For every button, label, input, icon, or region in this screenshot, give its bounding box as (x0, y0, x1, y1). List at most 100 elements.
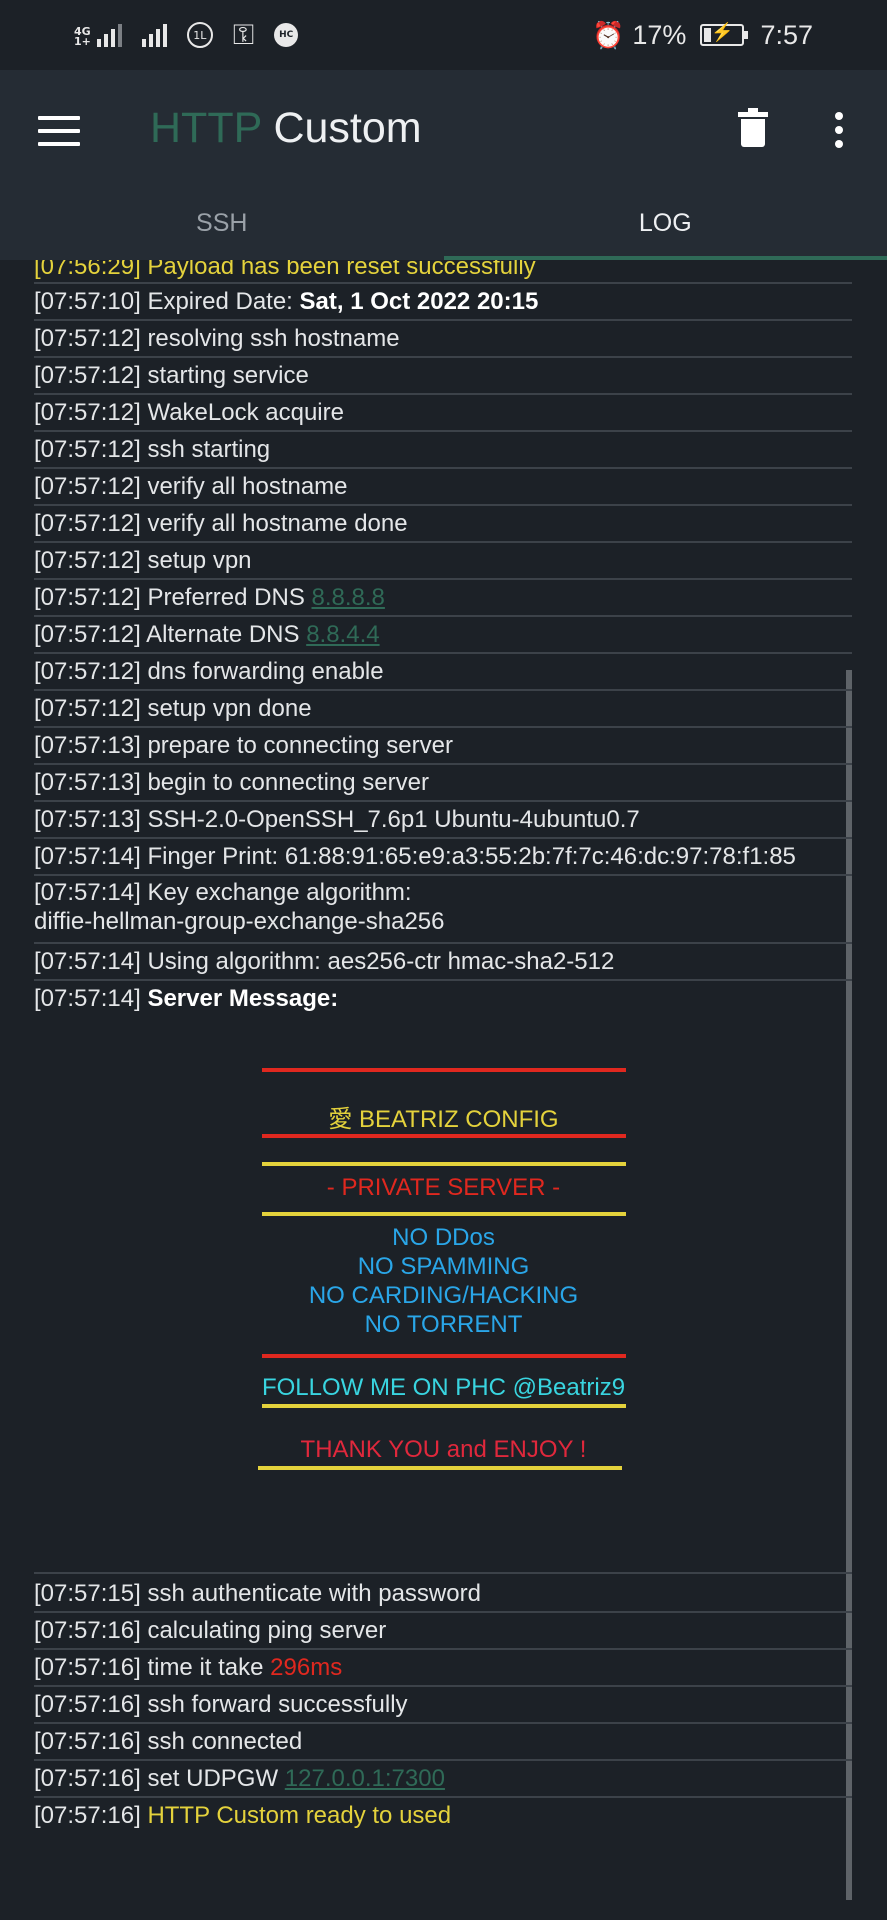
clock: 7:57 (760, 19, 813, 50)
divider-yellow (262, 1404, 626, 1408)
divider-yellow (262, 1162, 626, 1166)
log-line: [07:57:12] resolving ssh hostname (34, 321, 852, 358)
log-line: [07:57:12] Alternate DNS 8.8.4.4 (34, 617, 852, 654)
log-text: Using algorithm: aes256-ctr hmac-sha2-51… (147, 948, 615, 975)
log-text: prepare to connecting server (147, 732, 453, 759)
log-timestamp: [07:57:16] (34, 1654, 148, 1681)
more-vert-icon[interactable] (833, 112, 845, 148)
log-line: [07:57:16] ssh forward successfully (34, 1687, 852, 1724)
server-private-label: - PRIVATE SERVER - (326, 1174, 561, 1201)
log-timestamp: [07:57:12] (34, 621, 147, 648)
log-timestamp: [07:57:15] (34, 1580, 148, 1607)
log-red-text: 296ms (270, 1654, 343, 1681)
log-timestamp: [07:57:12] (34, 547, 148, 574)
log-line: [07:57:15] ssh authenticate with passwor… (34, 1576, 852, 1613)
log-line: [07:57:16] set UDPGW 127.0.0.1:7300 (34, 1761, 852, 1798)
log-timestamp: [07:57:13] (34, 769, 148, 796)
battery-percent: 17% (632, 19, 687, 50)
log-line: [07:57:14] Server Message: (34, 981, 852, 1016)
alarm-icon: ⏰ (592, 19, 625, 50)
server-rule: NO SPAMMING (357, 1253, 530, 1280)
log-text: verify all hostname done (147, 510, 408, 537)
hc-badge-icon: HC (274, 23, 299, 47)
log-timestamp: [07:57:12] (34, 362, 148, 389)
log-link[interactable]: 8.8.8.8 (312, 584, 385, 611)
log-text: Finger Print: 61:88:91:65:e9:a3:55:2b:7f… (147, 843, 796, 870)
log-timestamp: [07:57:12] (34, 584, 148, 611)
log-text: verify all hostname (147, 473, 348, 500)
log-text: dns forwarding enable (147, 658, 384, 685)
log-line: [07:57:12] WakeLock acquire (34, 395, 852, 432)
log-text: resolving ssh hostname (147, 325, 400, 352)
log-text-line2: diffie-hellman-group-exchange-sha256 (34, 908, 445, 935)
trash-icon[interactable] (738, 108, 768, 148)
log-line: [07:57:16] ssh connected (34, 1724, 852, 1761)
log-line: [07:57:13] prepare to connecting server (34, 728, 852, 765)
server-rule: NO CARDING/HACKING (308, 1282, 579, 1309)
log-view[interactable]: [07:56:29] Payload has been reset succes… (0, 260, 887, 1920)
log-line-partial: [07:56:29] Payload has been reset succes… (34, 260, 852, 284)
log-line: [07:57:12] starting service (34, 358, 852, 395)
log-timestamp: [07:57:16] (34, 1691, 148, 1718)
log-text: SSH-2.0-OpenSSH_7.6p1 Ubuntu-4ubuntu0.7 (147, 806, 640, 833)
log-timestamp: [07:57:12] (34, 695, 148, 722)
data-saver-icon: 1L (186, 22, 213, 48)
divider-red (262, 1354, 626, 1358)
log-text: Preferred DNS (147, 584, 305, 611)
log-line: [07:57:16] calculating ping server (34, 1613, 852, 1650)
log-link[interactable]: 8.8.4.4 (306, 621, 379, 648)
log-line: [07:57:12] Preferred DNS 8.8.8.8 (34, 580, 852, 617)
app-bar: HTTP Custom SSH LOG (0, 70, 887, 260)
log-link[interactable]: 127.0.0.1:7300 (285, 1765, 445, 1792)
log-timestamp: [07:57:14] (34, 843, 148, 870)
log-line: [07:57:12] dns forwarding enable (34, 654, 852, 691)
charging-bolt-icon: ⚡ (711, 22, 734, 42)
log-text: setup vpn done (147, 695, 312, 722)
app-title: HTTP Custom (150, 104, 422, 153)
log-text: setup vpn (147, 547, 252, 574)
log-timestamp: [07:57:14] (34, 985, 148, 1012)
server-thanks: THANK YOU and ENJOY ! (300, 1436, 587, 1463)
server-follow: FOLLOW ME ON PHC @Beatriz9 (261, 1374, 626, 1401)
log-text: time it take (147, 1654, 264, 1681)
log-text: ssh connected (147, 1728, 303, 1755)
log-timestamp: [07:57:12] (34, 436, 148, 463)
status-icons-right: ⏰ 17% ⚡ 7:57 (592, 18, 813, 52)
log-timestamp: [07:57:13] (34, 732, 148, 759)
log-timestamp: [07:57:16] (34, 1802, 148, 1829)
signal-icon: 4G 1+ (74, 23, 122, 47)
divider-red (262, 1068, 626, 1072)
log-line: [07:57:16] time it take 296ms (34, 1650, 852, 1687)
log-text: ssh starting (147, 436, 271, 463)
log-text: calculating ping server (147, 1617, 387, 1644)
log-text: set UDPGW (147, 1765, 279, 1792)
log-text: starting service (147, 362, 309, 389)
log-timestamp: [07:57:12] (34, 510, 148, 537)
app-title-custom: Custom (273, 104, 422, 152)
log-timestamp: [07:57:12] (34, 473, 148, 500)
log-text: WakeLock acquire (147, 399, 344, 426)
battery-icon: ⚡ (700, 22, 749, 46)
log-timestamp: [07:57:16] (34, 1617, 148, 1644)
tab-ssh[interactable]: SSH (0, 190, 444, 260)
log-line: [07:57:14] Key exchange algorithm: diffie… (34, 876, 852, 944)
log-line: [07:57:16] HTTP Custom ready to used (34, 1798, 852, 1833)
log-line: [07:57:12] verify all hostname (34, 469, 852, 506)
log-line: [07:57:14] Finger Print: 61:88:91:65:e9:… (34, 839, 852, 876)
log-timestamp: [07:57:10] (34, 288, 148, 315)
tab-log[interactable]: LOG (443, 190, 887, 260)
server-rule: NO DDos (392, 1224, 495, 1251)
divider-yellow (258, 1466, 622, 1470)
network-type-label: 4G 1+ (74, 25, 91, 48)
server-rule: NO TORRENT (364, 1311, 523, 1338)
log-timestamp: [07:57:12] (34, 658, 148, 685)
divider (34, 1572, 852, 1574)
log-text: Expired Date: (147, 288, 293, 315)
log-line: [07:57:14] Using algorithm: aes256-ctr h… (34, 944, 852, 981)
menu-icon[interactable] (38, 116, 80, 146)
log-line: [07:57:13] SSH-2.0-OpenSSH_7.6p1 Ubuntu-… (34, 802, 852, 839)
log-line: [07:57:12] setup vpn (34, 543, 852, 580)
log-yellow-text: HTTP Custom ready to used (147, 1802, 452, 1829)
log-text: begin to connecting server (147, 769, 429, 796)
log-bold-text: Sat, 1 Oct 2022 20:15 (299, 288, 539, 315)
